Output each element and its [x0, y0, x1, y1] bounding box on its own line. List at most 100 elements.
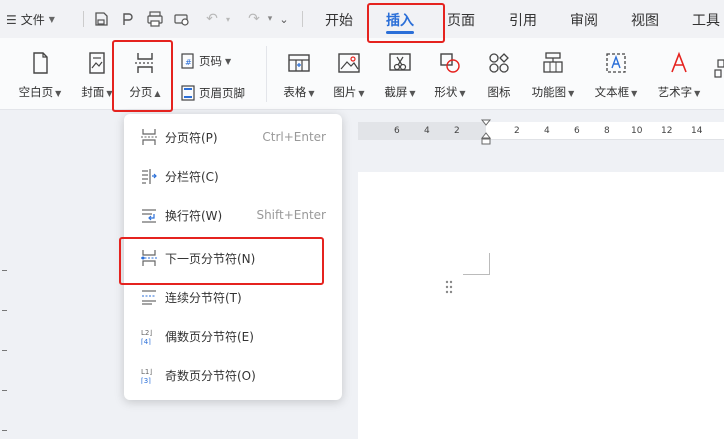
ruler-number: 2 [454, 126, 460, 136]
app-window: ☰ 文件 ▼ ↶ ▾ ↷ ▾ ⌄ 开始 插入 页面 引用 审阅 视图 工具 空白… [0, 0, 724, 439]
menu-item-label: 分页符(P) [165, 130, 218, 145]
ruler-number: 8 [604, 126, 610, 136]
menu-item-label: 连续分节符(T) [165, 290, 242, 305]
chevron-down-icon: ▼ [694, 89, 701, 98]
function-chart-button[interactable]: 功能图 ▼ [528, 38, 578, 110]
menu-item-label: 下一页分节符(N) [165, 251, 256, 266]
menu-item-even-page-section-break[interactable]: L2⌋ ⌈4⌉ 偶数页分节符(E) [124, 319, 342, 353]
ruler-number: 14 [691, 126, 703, 136]
chevron-down-icon: ▼ [631, 89, 638, 98]
indent-marker-icon[interactable] [480, 118, 492, 146]
print-icon[interactable] [146, 10, 164, 28]
page-number-label: 页码 [199, 54, 222, 68]
menu-item-line-break[interactable]: 换行符(W) Shift+Enter [124, 198, 342, 232]
menu-item-continuous-section-break[interactable]: 连续分节符(T) [124, 280, 342, 314]
text-box-button[interactable]: 文本框 ▼ [590, 38, 642, 110]
tab-references[interactable]: 引用 [509, 10, 537, 30]
chevron-down-icon: ▼ [409, 89, 416, 98]
blank-page-icon [33, 52, 48, 74]
menu-item-label: 换行符(W) [165, 208, 223, 223]
more-ribbon-icon[interactable] [714, 58, 724, 78]
divider [266, 46, 267, 102]
column-break-icon [142, 169, 157, 184]
even-page-section-break-icon: L2⌋⌈4⌉ [141, 329, 152, 345]
ruler-number: 12 [661, 126, 673, 136]
header-footer-button[interactable]: 页眉页脚 [180, 85, 245, 101]
shape-button[interactable]: 形状 ▼ [428, 38, 472, 110]
wordart-button[interactable]: 艺术字 ▼ [652, 38, 706, 110]
function-chart-icon [543, 52, 563, 73]
menu-item-next-page-section-break[interactable]: 下一页分节符(N) [124, 241, 342, 275]
divider [83, 11, 84, 27]
svg-text:⌈4⌉: ⌈4⌉ [141, 338, 151, 345]
ruler-number: 10 [631, 126, 643, 136]
wordart-icon [671, 51, 687, 73]
tab-home[interactable]: 开始 [325, 10, 353, 30]
table-button[interactable]: 表格 ▼ [278, 38, 320, 110]
page-break-button[interactable]: 分页 ▲ [122, 38, 168, 110]
horizontal-ruler: 6 4 2 2 4 6 8 10 12 14 [358, 119, 724, 145]
continuous-section-break-icon [142, 290, 156, 305]
tab-review[interactable]: 审阅 [570, 10, 598, 30]
chevron-down-icon: ▼ [308, 89, 315, 98]
chevron-down-icon: ▼ [568, 89, 575, 98]
more-chevron-icon[interactable]: ⌄ [275, 10, 293, 28]
table-icon [288, 54, 310, 72]
odd-page-section-break-icon: L1⌋⌈3⌉ [141, 368, 152, 384]
save-icon[interactable] [92, 10, 110, 28]
tab-view[interactable]: 视图 [631, 10, 659, 30]
ruler-margin [358, 122, 486, 140]
tab-tools[interactable]: 工具 [692, 10, 720, 30]
menu-item-page-break[interactable]: 分页符(P) Ctrl+Enter [124, 120, 342, 154]
ruler-number: 4 [424, 126, 430, 136]
margin-corner-mark [463, 253, 490, 275]
page-break-icon [135, 53, 155, 73]
svg-text:#: # [185, 58, 192, 67]
shape-label: 形状 [434, 85, 458, 99]
cover-label: 封面 [81, 85, 105, 99]
file-menu[interactable]: ☰ 文件 ▼ [6, 11, 55, 28]
export-pdf-icon[interactable] [118, 10, 136, 28]
ruler-number: 4 [544, 126, 550, 136]
page-break-icon [141, 129, 157, 145]
screenshot-button[interactable]: 截屏 ▼ [378, 38, 422, 110]
tab-page[interactable]: 页面 [447, 10, 475, 30]
ribbon-toolbar: 空白页 ▼ 封面 ▼ 分页 ▲ # 页码 ▼ 页眉页脚 表格 ▼ 图片 ▼ 截屏… [0, 38, 724, 110]
document-page[interactable] [358, 172, 724, 439]
cover-button[interactable]: 封面 ▼ [76, 38, 118, 110]
screenshot-label: 截屏 [384, 85, 408, 99]
ruler-number: 6 [574, 126, 580, 136]
icon-label: 图标 [487, 85, 511, 99]
header-footer-icon [181, 85, 195, 101]
hamburger-icon: ☰ [6, 12, 17, 27]
menu-item-shortcut: Ctrl+Enter [262, 130, 326, 144]
blank-page-button[interactable]: 空白页 ▼ [14, 38, 66, 110]
print-preview-icon[interactable] [173, 10, 191, 28]
file-menu-label: 文件 [20, 13, 45, 27]
chevron-down-icon: ▼ [459, 89, 466, 98]
ruler-number: 2 [514, 126, 520, 136]
icons-library-icon [489, 53, 509, 73]
svg-text:L1⌋: L1⌋ [141, 368, 152, 376]
menu-item-column-break[interactable]: 分栏符(C) [124, 159, 342, 193]
icon-button[interactable]: 图标 [480, 38, 518, 110]
line-break-icon [142, 209, 156, 223]
svg-text:L2⌋: L2⌋ [141, 329, 152, 337]
drag-handle-icon[interactable] [444, 280, 454, 294]
tab-insert[interactable]: 插入 [386, 10, 414, 30]
header-footer-label: 页眉页脚 [199, 86, 245, 100]
chevron-down-icon: ▼ [55, 89, 62, 98]
image-button[interactable]: 图片 ▼ [328, 38, 370, 110]
title-bar: ☰ 文件 ▼ ↶ ▾ ↷ ▾ ⌄ 开始 插入 页面 引用 审阅 视图 工具 [0, 0, 724, 38]
chevron-down-icon: ▼ [225, 56, 232, 66]
screenshot-icon [389, 53, 411, 71]
active-tab-indicator [386, 31, 414, 34]
page-number-button[interactable]: # 页码 ▼ [180, 53, 231, 69]
chevron-down-icon: ▼ [48, 15, 55, 24]
divider [302, 11, 303, 27]
undo-dropdown-icon[interactable]: ▾ [219, 10, 237, 28]
function-chart-label: 功能图 [531, 85, 567, 99]
menu-item-shortcut: Shift+Enter [256, 208, 326, 222]
svg-text:⌈3⌉: ⌈3⌉ [141, 377, 151, 384]
menu-item-odd-page-section-break[interactable]: L1⌋ ⌈3⌉ 奇数页分节符(O) [124, 358, 342, 392]
